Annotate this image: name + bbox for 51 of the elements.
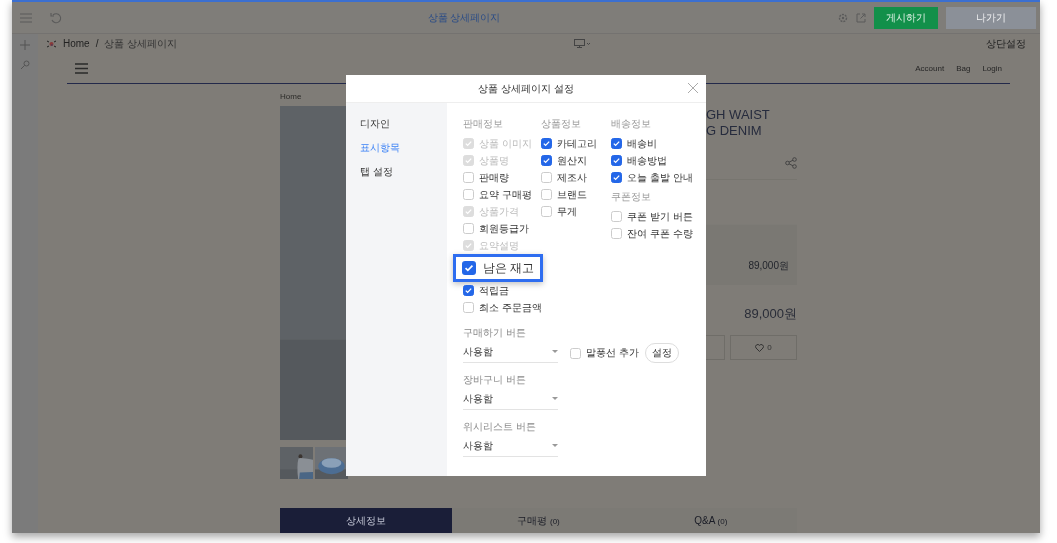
breadcrumb-separator: / [95,38,99,49]
checkbox-label: 오늘 출발 안내 [627,170,693,185]
dropdown[interactable]: 사용함 [463,343,558,363]
checkbox-label: 최소 주문금액 [479,300,542,315]
checkbox-label: 말풍선 추가 [586,346,639,360]
option-price: 89,000원 [748,259,790,273]
breadcrumb-current: 상품 상세페이지 [104,36,178,51]
nav-link[interactable]: Bag [956,63,971,73]
checkbox-label: 남은 재고 [483,259,535,277]
field-label: 구매하기 버튼 [463,326,526,340]
checkbox-label: 판매량 [479,170,509,185]
product-title: GH WAIST G DENIM [705,107,771,139]
breadcrumb-link[interactable]: Home [63,38,90,49]
nav-link[interactable]: Account [915,63,945,73]
checkbox-label: 상품명 [479,153,509,168]
checkbox-label: 브랜드 [557,187,587,202]
checkbox-label: 제조사 [557,170,587,185]
publish-button[interactable]: 게시하기 [874,6,938,29]
checkbox-label: 잔여 쿠폰 수량 [627,226,693,241]
settings-menu-item[interactable]: 디자인 [360,117,390,131]
dropdown[interactable]: 사용함 [463,390,558,410]
checkbox-label: 쿠폰 받기 버튼 [627,209,693,224]
detail-tab[interactable]: 상세정보 [280,508,453,533]
checkbox-label: 카테고리 [557,136,597,151]
checkbox-label: 요약 구매평 [479,187,532,202]
checkbox-label: 상품 이미지 [479,136,532,151]
checkbox-label: 무게 [557,204,577,219]
checkbox-label: 상품가격 [479,204,519,219]
field-label: 장바구니 버튼 [463,373,526,387]
page-title: 상품 상세페이지 [427,11,501,23]
settings-menu-item[interactable]: 탭 설정 [360,165,393,179]
nav-link[interactable]: Login [982,63,1002,73]
dialog-title: 상품 상세페이지 설정 [478,81,574,96]
header-settings-link[interactable]: 상단설정 [986,36,1026,51]
checkbox-label: 원산지 [557,153,587,168]
exit-button[interactable]: 나가기 [946,6,1036,29]
field-label: 위시리스트 버튼 [463,420,536,434]
total-price: 89,000원 [743,305,797,323]
checkbox-label: 요약설명 [479,238,519,253]
group-title: 배송정보 [611,117,652,131]
checkbox-label: 적립금 [479,283,509,298]
breadcrumb-link[interactable]: Home [280,92,302,101]
dropdown[interactable]: 사용함 [463,437,558,457]
group-title: 쿠폰정보 [611,190,652,204]
checkbox-label: 회원등급가 [479,221,529,236]
group-title: 판매정보 [463,117,504,131]
checkbox-label: 배송방법 [627,153,667,168]
group-title: 상품정보 [541,117,582,131]
settings-menu-item[interactable]: 표시항목 [360,141,400,155]
checkbox-label: 배송비 [627,136,657,151]
settings-button[interactable]: 설정 [644,343,679,363]
